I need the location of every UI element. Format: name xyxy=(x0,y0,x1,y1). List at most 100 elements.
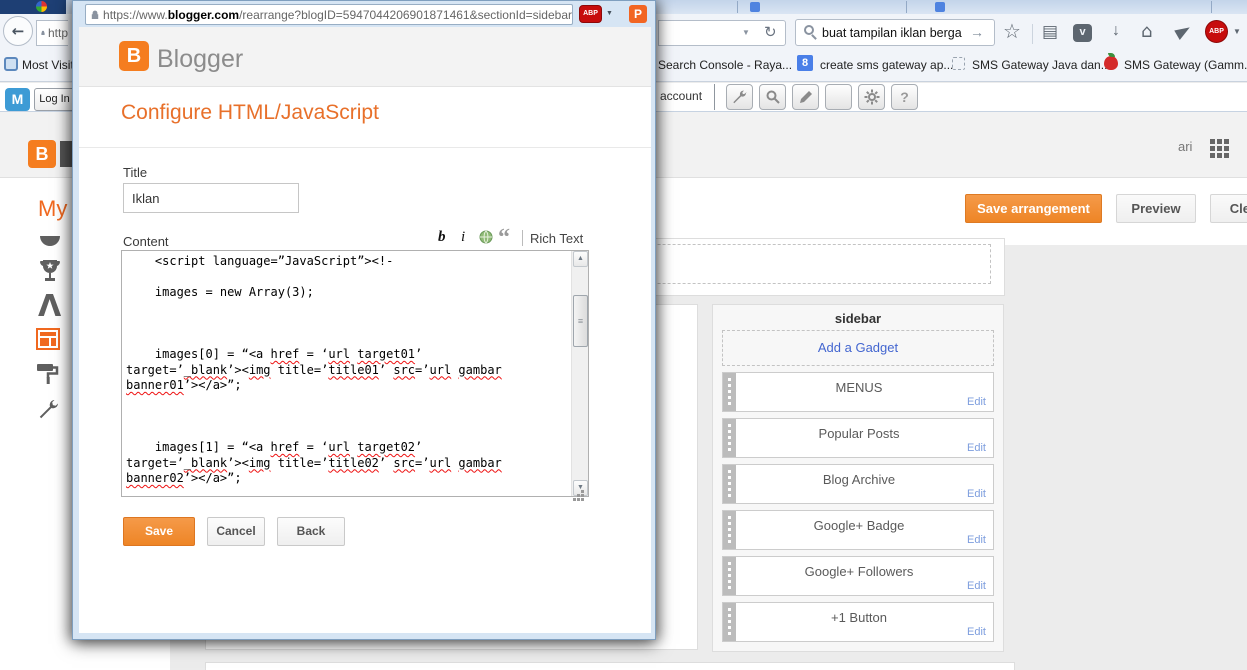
save-button[interactable]: Save xyxy=(123,517,195,546)
tab-favicon-icon[interactable] xyxy=(750,2,760,12)
gadget-title: MENUS xyxy=(835,380,883,395)
rich-text-link[interactable]: Rich Text xyxy=(530,231,583,246)
url-bar[interactable]: http xyxy=(36,20,68,46)
berry-favicon-leaf xyxy=(1108,53,1115,57)
bold-button[interactable]: b xyxy=(438,229,446,246)
drag-handle-icon[interactable] xyxy=(723,557,736,595)
drag-handle-dots xyxy=(728,378,731,381)
gadget-row[interactable]: Google+ Badge Edit xyxy=(722,510,994,550)
content-editor[interactable]: <script language=”JavaScript”><!- images… xyxy=(121,250,589,497)
m-badge-icon[interactable]: M xyxy=(5,88,30,111)
gadget-edit-link[interactable]: Edit xyxy=(967,488,986,500)
pencil-tool-button[interactable] xyxy=(792,84,819,110)
drag-handle-icon[interactable] xyxy=(723,419,736,457)
quote-button[interactable]: “ xyxy=(498,226,510,250)
back-button[interactable]: Back xyxy=(277,517,345,546)
code-text[interactable]: <script language=”JavaScript”><!- images… xyxy=(126,254,569,493)
drag-handle-icon[interactable] xyxy=(723,511,736,549)
clear-button[interactable]: Clear xyxy=(1210,194,1247,223)
user-name[interactable]: ari xyxy=(1178,139,1192,154)
toolbar-separator xyxy=(1032,24,1033,44)
downloads-icon[interactable]: ↓ xyxy=(1112,22,1120,40)
gadget-edit-link[interactable]: Edit xyxy=(967,442,986,454)
layout-bottom-section xyxy=(205,662,1015,670)
home-icon[interactable]: ⌂ xyxy=(1141,21,1152,42)
tab-separator xyxy=(737,1,738,13)
bookmark-item[interactable]: Most Visit xyxy=(22,58,74,72)
gear-tool-button[interactable] xyxy=(858,84,885,110)
gadget-row[interactable]: +1 Button Edit xyxy=(722,602,994,642)
bookmark-item[interactable]: SMS Gateway (Gamm... xyxy=(1124,58,1247,72)
berry-favicon-icon[interactable] xyxy=(1104,56,1118,70)
gadget-row[interactable]: MENUS Edit xyxy=(722,372,994,412)
adblock-caret-icon[interactable]: ▼ xyxy=(1233,27,1241,36)
wrench-tool-button[interactable] xyxy=(726,84,753,110)
paint-roller-icon[interactable] xyxy=(36,362,60,389)
gadget-title: Google+ Followers xyxy=(804,564,914,579)
search-input[interactable] xyxy=(822,22,962,43)
blank-tool-button[interactable] xyxy=(825,84,852,110)
bookmark-item[interactable]: SMS Gateway Java dan... xyxy=(972,58,1111,72)
search-go-icon[interactable]: → xyxy=(970,24,984,40)
cancel-button[interactable]: Cancel xyxy=(207,517,265,546)
title-input[interactable] xyxy=(123,183,299,213)
bookmark-star-icon[interactable]: ☆ xyxy=(1003,19,1021,44)
url-dropdown-caret-icon[interactable]: ▼ xyxy=(742,28,750,37)
gadget-edit-link[interactable]: Edit xyxy=(967,580,986,592)
sidebar-section-title: sidebar xyxy=(834,311,882,326)
occluded-text-fragment xyxy=(60,141,72,167)
adblock-caret-icon[interactable]: ▼ xyxy=(606,10,613,17)
drag-handle-icon[interactable] xyxy=(723,373,736,411)
gadget-row[interactable]: Google+ Followers Edit xyxy=(722,556,994,596)
blogger-logo-icon[interactable]: B xyxy=(28,140,56,168)
scroll-up-icon[interactable]: ▲ xyxy=(573,251,588,267)
drag-handle-dots xyxy=(728,424,731,427)
tab-separator xyxy=(1211,1,1212,13)
resize-grip-icon[interactable] xyxy=(581,490,584,493)
gadget-edit-link[interactable]: Edit xyxy=(967,626,986,638)
tab-separator xyxy=(906,1,907,13)
magnifier-tool-button[interactable] xyxy=(759,84,786,110)
drag-handle-icon[interactable] xyxy=(723,603,736,641)
google-favicon-icon[interactable]: 8 xyxy=(797,55,813,71)
trophy-icon[interactable] xyxy=(38,258,62,291)
bookmark-item[interactable]: create sms gateway ap... xyxy=(820,58,953,72)
gadget-row[interactable]: Popular Posts Edit xyxy=(722,418,994,458)
default-favicon-icon[interactable] xyxy=(952,57,965,70)
gadget-edit-link[interactable]: Edit xyxy=(967,396,986,408)
add-gadget-link[interactable]: Add a Gadget xyxy=(722,340,994,355)
wrench-icon xyxy=(732,90,746,104)
chart-icon[interactable]: Λ xyxy=(38,292,61,322)
popup-url-bar[interactable]: https://www.blogger.com/rearrange?blogID… xyxy=(85,4,573,25)
titlebar-corner xyxy=(0,0,66,14)
gadget-row[interactable]: Blog Archive Edit xyxy=(722,464,994,504)
bookmark-item[interactable]: Search Console - Raya... xyxy=(658,58,792,72)
scrollbar[interactable]: ▲ ≡ ▼ xyxy=(571,251,588,496)
library-icon[interactable]: ▤ xyxy=(1042,22,1058,42)
login-button[interactable]: Log In xyxy=(34,88,75,111)
layout-icon[interactable] xyxy=(36,328,60,353)
wrench-icon[interactable] xyxy=(38,398,60,423)
drag-handle-icon[interactable] xyxy=(723,465,736,503)
back-button[interactable]: ← xyxy=(3,16,33,46)
scroll-down-icon[interactable]: ▼ xyxy=(573,480,588,496)
reload-icon[interactable]: ↻ xyxy=(764,23,777,41)
tab-favicon-icon[interactable] xyxy=(935,2,945,12)
link-globe-icon[interactable] xyxy=(479,230,493,247)
scrollbar-thumb[interactable]: ≡ xyxy=(573,295,588,347)
drag-handle-dots xyxy=(728,516,731,519)
save-arrangement-button[interactable]: Save arrangement xyxy=(965,194,1102,223)
italic-button[interactable]: i xyxy=(461,229,465,246)
gadget-edit-link[interactable]: Edit xyxy=(967,534,986,546)
apps-grid-icon[interactable] xyxy=(1210,139,1215,144)
toolbar-separator xyxy=(522,230,523,246)
adblock-icon[interactable]: ABP xyxy=(1205,20,1228,43)
pocket-icon[interactable]: v xyxy=(1073,24,1092,42)
title-label: Title xyxy=(123,165,148,180)
orange-extension-icon[interactable]: P xyxy=(629,5,647,23)
help-tool-button[interactable]: ? xyxy=(891,84,918,110)
url-text-fragment: http xyxy=(47,26,68,40)
most-visited-icon[interactable] xyxy=(4,57,18,71)
adblock-icon[interactable]: ABP xyxy=(579,5,602,23)
preview-button[interactable]: Preview xyxy=(1116,194,1196,223)
